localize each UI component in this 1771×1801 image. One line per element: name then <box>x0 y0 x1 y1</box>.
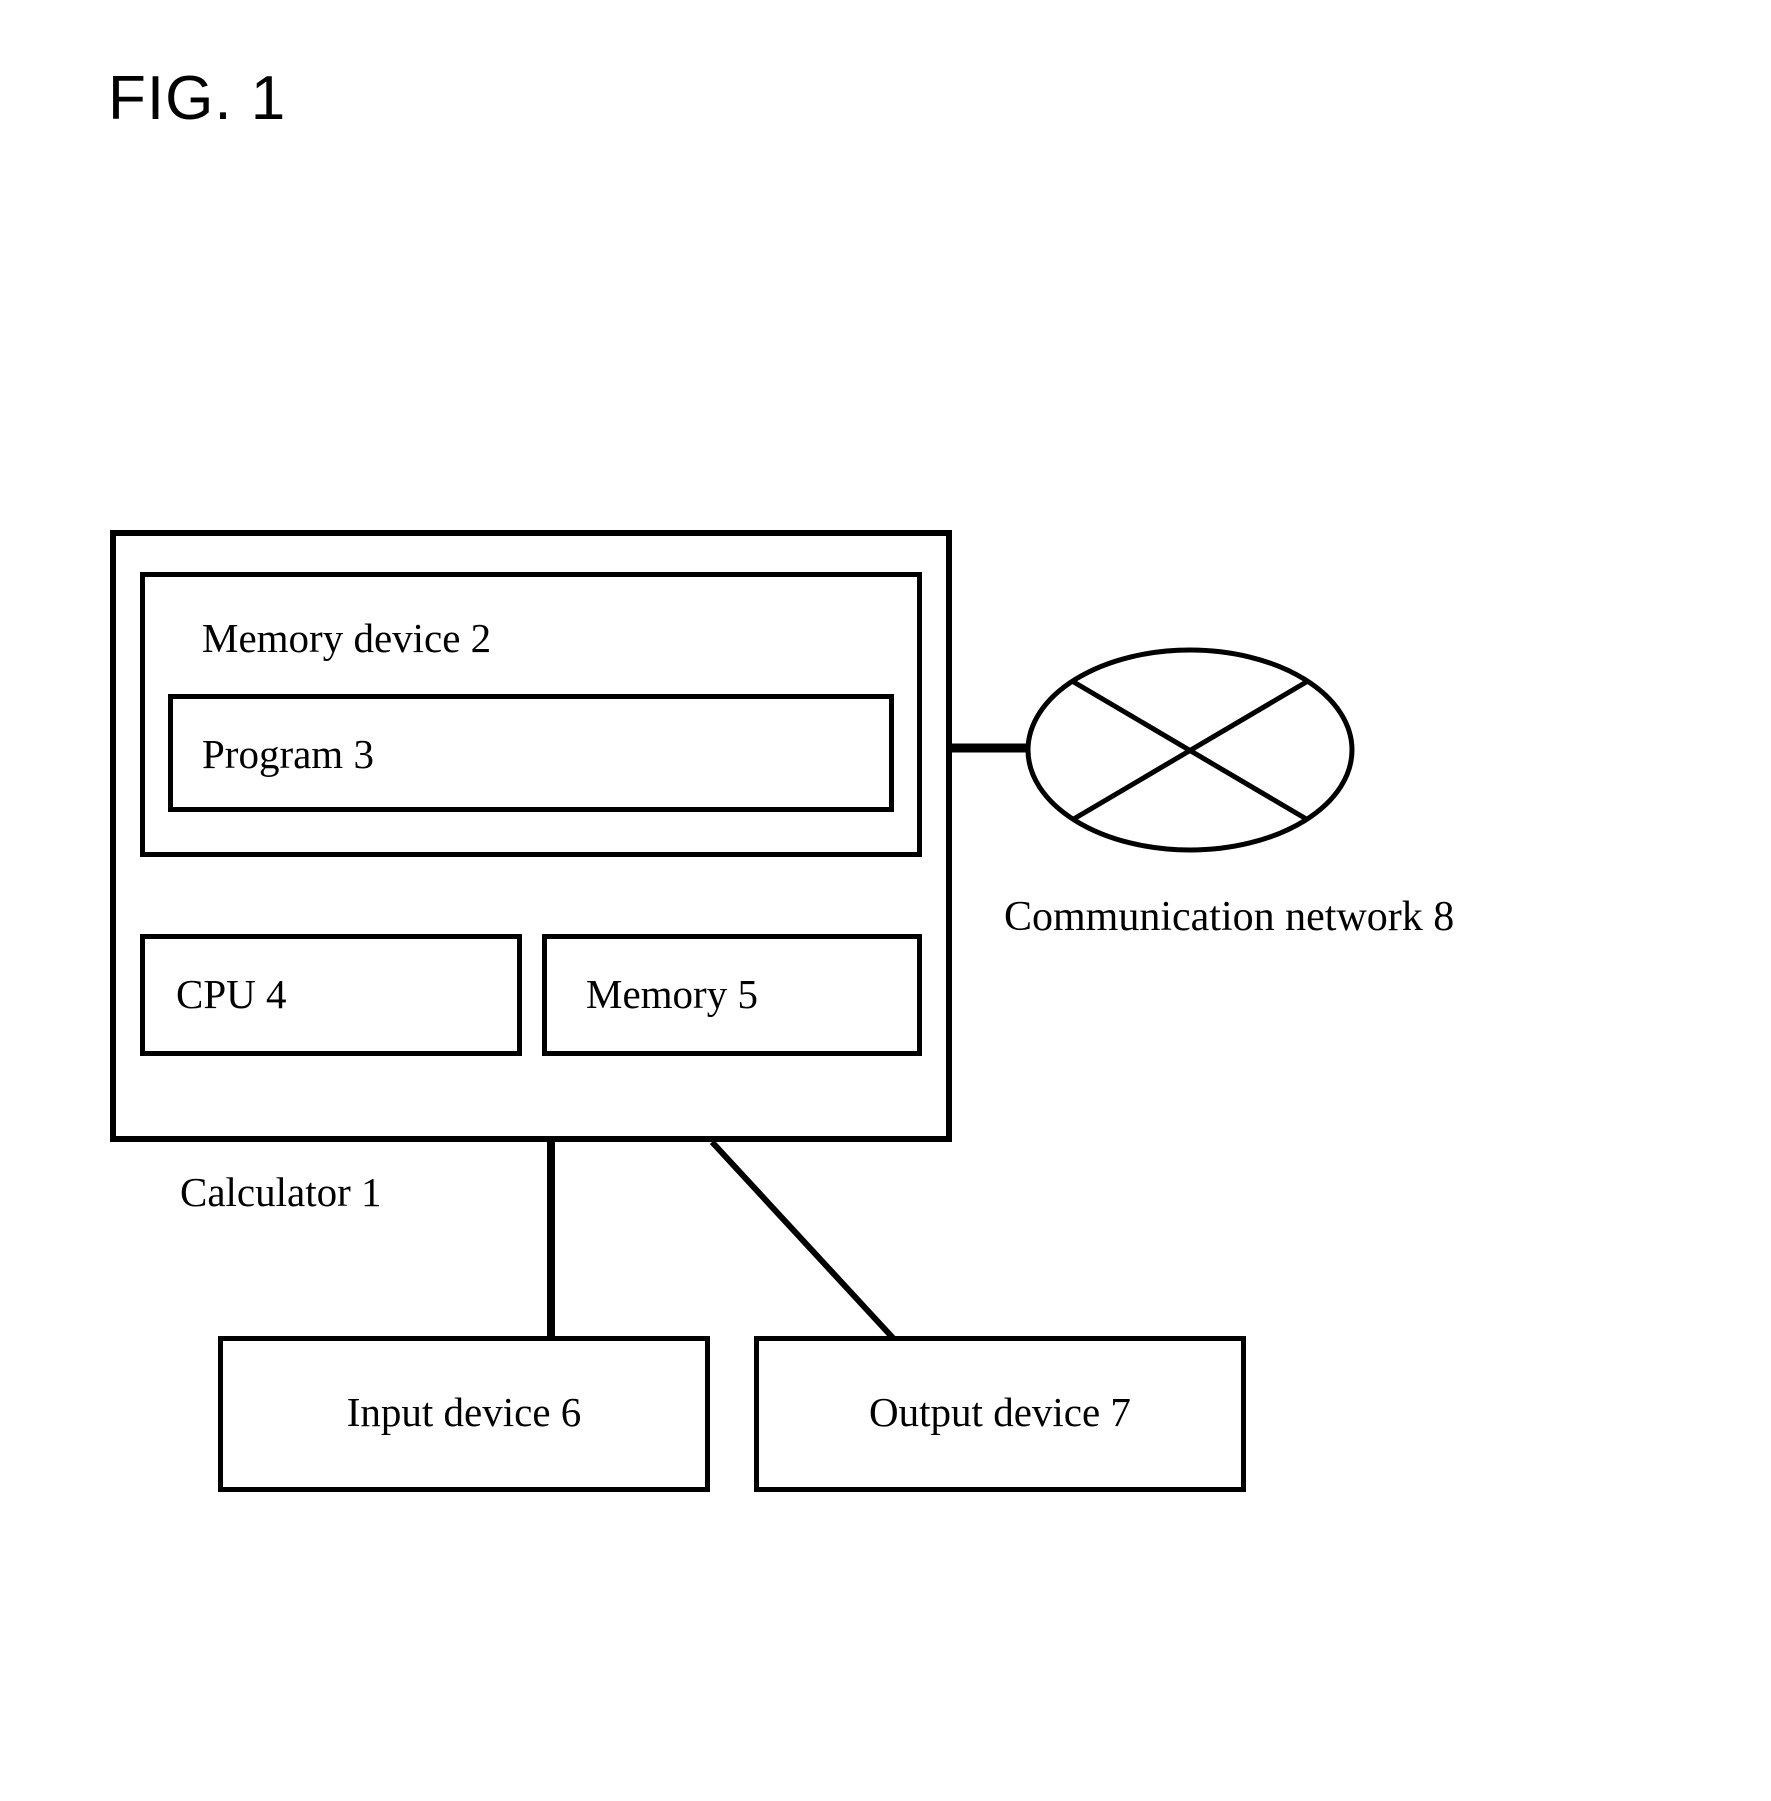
memory-label: Memory 5 <box>586 971 758 1017</box>
network-cross-stroke-a-icon <box>1070 678 1310 823</box>
figure-canvas: FIG. 1 Memory device 2 Program 3 CPU 4 M… <box>0 0 1771 1801</box>
memory-device-label: Memory device 2 <box>202 615 492 661</box>
communication-network-ellipse-icon <box>1025 647 1355 853</box>
cpu-label: CPU 4 <box>176 971 287 1017</box>
program-label: Program 3 <box>202 731 374 777</box>
output-device-label: Output device 7 <box>869 1389 1131 1435</box>
connector-calculator-to-output-device <box>709 1139 896 1341</box>
calculator-label: Calculator 1 <box>180 1169 382 1215</box>
network-cross-stroke-b-icon <box>1070 678 1310 823</box>
figure-title: FIG. 1 <box>108 64 287 133</box>
communication-network-label: Communication network 8 <box>1004 894 1455 940</box>
input-device-label: Input device 6 <box>346 1389 582 1435</box>
